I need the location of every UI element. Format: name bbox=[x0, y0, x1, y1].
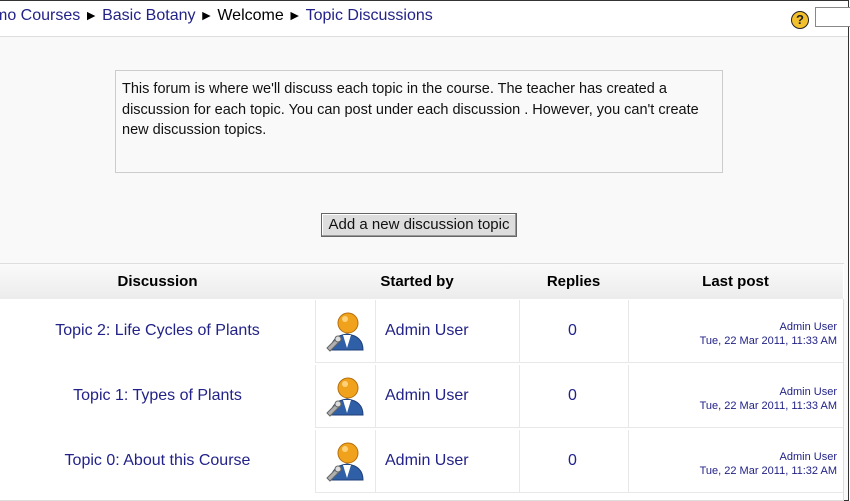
last-post-user-link[interactable]: Admin User bbox=[700, 320, 837, 334]
last-post-date-link[interactable]: Tue, 22 Mar 2011, 11:33 AM bbox=[700, 399, 837, 413]
help-icon[interactable]: ? bbox=[791, 11, 809, 29]
last-post-user-link[interactable]: Admin User bbox=[700, 385, 837, 399]
table-row: Topic 2: Life Cycles of Plants Admin Use… bbox=[0, 300, 843, 365]
replies-count-link[interactable]: 0 bbox=[568, 452, 577, 470]
table-row: Topic 1: Types of Plants Admin User 0 Ad… bbox=[0, 365, 843, 430]
last-post-user-link[interactable]: Admin User bbox=[700, 450, 837, 464]
breadcrumb-basic-botany-link[interactable]: Basic Botany bbox=[102, 7, 195, 24]
breadcrumb-topic-discussions-link[interactable]: Topic Discussions bbox=[306, 7, 433, 24]
page-frame: mo Courses ► Basic Botany ► Welcome ► Topic Di… bbox=[0, 0, 850, 501]
discussion-table: Discussion Started by Replies Last post … bbox=[0, 263, 844, 501]
author-link[interactable]: Admin User bbox=[385, 452, 469, 470]
author-link[interactable]: Admin User bbox=[385, 387, 469, 405]
search-forums-input[interactable] bbox=[815, 7, 850, 27]
header-discussion[interactable]: Discussion bbox=[0, 264, 316, 299]
admin-user-avatar-icon[interactable] bbox=[325, 373, 369, 419]
add-discussion-topic-button[interactable]: Add a new discussion topic bbox=[321, 213, 517, 237]
table-row: Topic 0: About this Course Admin User 0 … bbox=[0, 430, 843, 495]
breadcrumb: mo Courses ► Basic Botany ► Welcome ► Topic Di… bbox=[0, 7, 433, 25]
last-post-info: Admin User Tue, 22 Mar 2011, 11:32 AM bbox=[700, 450, 837, 478]
header-started-by[interactable]: Started by bbox=[315, 264, 520, 299]
replies-count-link[interactable]: 0 bbox=[568, 387, 577, 405]
breadcrumb-separator-icon: ► bbox=[84, 7, 99, 23]
header-last-post: Last post bbox=[628, 264, 844, 299]
replies-count-link[interactable]: 0 bbox=[568, 322, 577, 340]
breadcrumb-welcome: Welcome bbox=[217, 7, 284, 24]
last-post-info: Admin User Tue, 22 Mar 2011, 11:33 AM bbox=[700, 320, 837, 348]
breadcrumb-separator-icon: ► bbox=[287, 7, 302, 23]
author-link[interactable]: Admin User bbox=[385, 322, 469, 340]
breadcrumb-courses-link[interactable]: mo Courses bbox=[0, 7, 80, 24]
admin-user-avatar-icon[interactable] bbox=[325, 308, 369, 354]
discussion-link[interactable]: Topic 0: About this Course bbox=[0, 452, 315, 470]
last-post-info: Admin User Tue, 22 Mar 2011, 11:33 AM bbox=[700, 385, 837, 413]
header-replies[interactable]: Replies bbox=[519, 264, 629, 299]
breadcrumb-separator-icon: ► bbox=[199, 7, 214, 23]
forum-intro-box: This forum is where we'll discuss each t… bbox=[115, 70, 723, 173]
discussion-link[interactable]: Topic 2: Life Cycles of Plants bbox=[0, 322, 315, 340]
admin-user-avatar-icon[interactable] bbox=[325, 438, 369, 484]
last-post-date-link[interactable]: Tue, 22 Mar 2011, 11:32 AM bbox=[700, 464, 837, 478]
forum-intro-text: This forum is where we'll discuss each t… bbox=[122, 81, 699, 138]
last-post-date-link[interactable]: Tue, 22 Mar 2011, 11:33 AM bbox=[700, 334, 837, 348]
discussion-link[interactable]: Topic 1: Types of Plants bbox=[0, 387, 315, 405]
navigation-bar: mo Courses ► Basic Botany ► Welcome ► Topic Di… bbox=[0, 1, 850, 37]
